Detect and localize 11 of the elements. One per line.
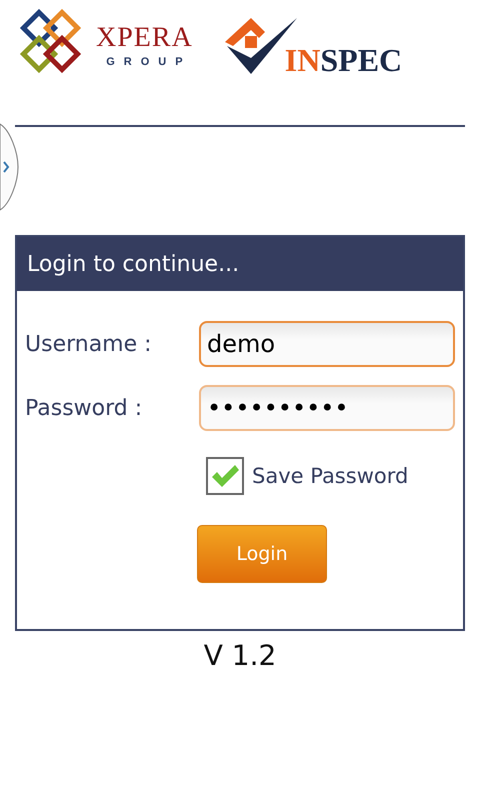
checkbox[interactable] — [206, 457, 244, 495]
version-label: V 1.2 — [202, 639, 278, 672]
input-field[interactable]: •••••••••• — [199, 385, 455, 431]
panel-title: Login to continue... — [17, 237, 463, 291]
input-field[interactable]: demo — [199, 321, 455, 367]
logo-name: INSPEC — [284, 44, 402, 76]
logo-name: XPERA — [96, 24, 193, 52]
field-label: Username : — [25, 332, 153, 356]
logo-tagline: GROUP — [106, 56, 192, 68]
checkbox-label: Save Password — [252, 464, 408, 488]
field-label: Password : — [25, 396, 144, 420]
